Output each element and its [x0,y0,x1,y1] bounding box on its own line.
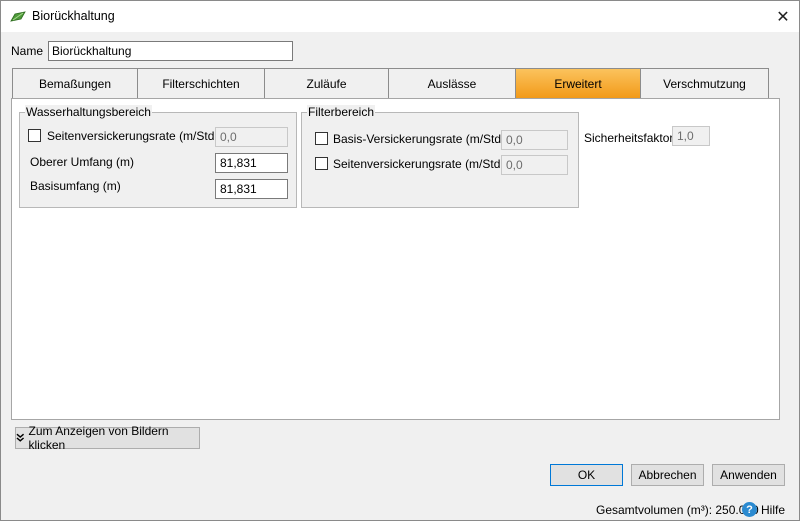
help-icon[interactable]: ? [742,502,757,517]
tab-auslaesse[interactable]: Auslässe [388,68,515,99]
name-input[interactable] [48,41,293,61]
window-title: Biorückhaltung [32,9,115,23]
double-chevron-down-icon [16,433,25,442]
filter-seitenversickerung-checkbox[interactable] [315,157,328,170]
oberer-umfang-field[interactable] [215,153,288,173]
basis-versickerung-label: Basis-Versickerungsrate (m/Std.) [333,132,509,146]
ok-button[interactable]: OK [550,464,623,486]
name-label: Name [11,44,44,58]
oberer-umfang-label: Oberer Umfang (m) [30,155,135,169]
total-volume-text: Gesamtvolumen (m³): 250.000 [596,503,759,517]
tab-strip: Bemaßungen Filterschichten Zuläufe Auslä… [12,68,769,99]
wasserhaltung-group: Wasserhaltungsbereich Seitenversickerung… [19,105,297,208]
tab-zulaeufe[interactable]: Zuläufe [264,68,388,99]
filter-group: Filterbereich Basis-Versickerungsrate (m… [301,105,579,208]
basisumfang-label: Basisumfang (m) [30,179,121,193]
basisumfang-field[interactable] [215,179,288,199]
title-bar: Biorückhaltung ✕ [1,1,799,32]
basis-versickerung-checkbox[interactable] [315,132,328,145]
tab-verschmutzung[interactable]: Verschmutzung [640,68,769,99]
seitenversickerung-label: Seitenversickerungsrate (m/Std.) [47,129,222,143]
dialog-window: Biorückhaltung ✕ Name Bemaßungen Filters… [0,0,800,521]
seitenversickerung-field[interactable] [215,127,288,147]
cancel-button[interactable]: Abbrechen [631,464,704,486]
help-link[interactable]: Hilfe [761,503,785,517]
show-images-label: Zum Anzeigen von Bildern klicken [28,424,169,452]
close-icon[interactable]: ✕ [771,6,795,28]
show-images-button[interactable]: Zum Anzeigen von Bildern klicken [15,424,200,452]
sicherheitsfaktor-field[interactable] [672,126,710,146]
filter-seitenversickerung-label: Seitenversickerungsrate (m/Std.) [333,157,508,171]
apply-button[interactable]: Anwenden [712,464,785,486]
filter-seitenversickerung-field[interactable] [501,155,568,175]
tab-erweitert[interactable]: Erweitert [515,68,640,99]
seitenversickerung-checkbox[interactable] [28,129,41,142]
tab-filterschichten[interactable]: Filterschichten [137,68,264,99]
filter-group-title: Filterbereich [307,105,376,119]
sicherheitsfaktor-label: Sicherheitsfaktor [584,131,674,145]
basis-versickerung-field[interactable] [501,130,568,150]
bioretention-icon [10,11,26,22]
wasserhaltung-group-title: Wasserhaltungsbereich [25,105,152,119]
tab-bemassungen[interactable]: Bemaßungen [12,68,137,99]
